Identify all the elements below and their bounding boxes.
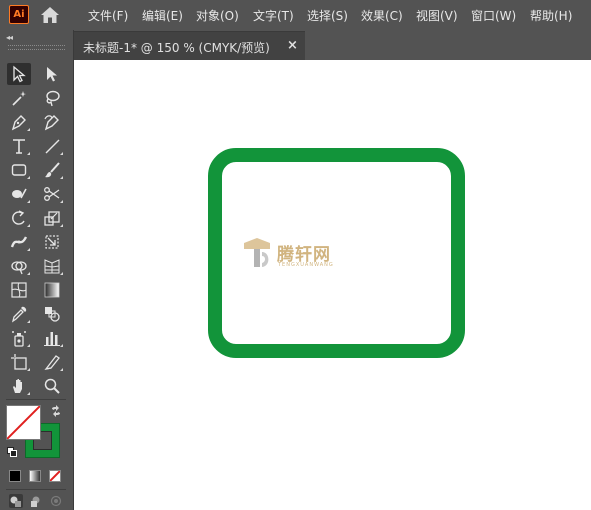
document-tab-bar: 未标题-1* @ 150 % (CMYK/预览) × (74, 30, 591, 60)
scale-tool-icon[interactable] (40, 207, 64, 229)
eyedropper-tool-icon[interactable] (7, 303, 31, 325)
collapse-panel-icon[interactable]: ◂◂ (6, 33, 13, 42)
tools-separator (6, 399, 66, 400)
pen-tool-icon[interactable] (7, 111, 31, 133)
menu-window[interactable]: 窗口(W) (471, 7, 516, 24)
none-mode-slash-icon (50, 471, 60, 481)
slice-tool-icon[interactable] (40, 351, 64, 373)
watermark-subtext: TENGXUANWANG (278, 262, 334, 268)
gradient-mode-button[interactable] (29, 470, 41, 482)
draw-normal-icon[interactable] (9, 494, 23, 508)
default-fill-stroke-icon[interactable] (7, 447, 17, 457)
menu-effect[interactable]: 效果(C) (361, 7, 403, 24)
artboard-tool-icon[interactable] (7, 351, 31, 373)
mesh-tool-icon[interactable] (7, 279, 31, 301)
app-logo: Ai (9, 5, 29, 24)
menu-bar: Ai 文件(F) 编辑(E) 对象(O) 文字(T) 选择(S) 效果(C) 视… (0, 0, 591, 30)
shape-builder-tool-icon[interactable] (7, 255, 31, 277)
draw-inside-icon[interactable] (49, 494, 63, 508)
tools-separator-2 (6, 489, 66, 490)
document-tab-label: 未标题-1* @ 150 % (CMYK/预览) (83, 41, 270, 55)
free-transform-tool-icon[interactable] (40, 231, 64, 253)
watermark-logo-icon (244, 238, 270, 267)
panel-grip[interactable] (8, 45, 65, 50)
direct-selection-tool-icon[interactable] (40, 63, 64, 85)
blend-tool-icon[interactable] (40, 303, 64, 325)
menu-select[interactable]: 选择(S) (307, 7, 348, 24)
close-icon[interactable]: × (287, 38, 298, 53)
artboard-canvas[interactable]: 腾轩网 TENGXUANWANG (74, 60, 591, 510)
menu-help[interactable]: 帮助(H) (530, 7, 572, 24)
swap-fill-stroke-icon[interactable] (50, 405, 62, 417)
color-mode-button[interactable] (9, 470, 21, 482)
watermark: 腾轩网 TENGXUANWANG (240, 236, 350, 272)
magic-wand-tool-icon[interactable] (7, 87, 31, 109)
menu-type[interactable]: 文字(T) (253, 7, 294, 24)
rotate-tool-icon[interactable] (7, 207, 31, 229)
menu-edit[interactable]: 编辑(E) (142, 7, 183, 24)
paintbrush-tool-icon[interactable] (40, 159, 64, 181)
curvature-tool-icon[interactable] (40, 111, 64, 133)
column-graph-tool-icon[interactable] (40, 327, 64, 349)
home-icon[interactable] (40, 6, 60, 24)
rectangle-tool-icon[interactable] (7, 159, 31, 181)
gradient-tool-icon[interactable] (40, 279, 64, 301)
none-mode-button[interactable] (49, 470, 61, 482)
tools-panel: ◂◂ (0, 30, 74, 510)
perspective-grid-tool-icon[interactable] (40, 255, 64, 277)
fill-color-swatch[interactable] (6, 405, 41, 440)
symbol-sprayer-tool-icon[interactable] (7, 327, 31, 349)
draw-behind-icon[interactable] (29, 494, 43, 508)
width-tool-icon[interactable] (7, 231, 31, 253)
line-segment-tool-icon[interactable] (40, 135, 64, 157)
selection-tool-icon[interactable] (7, 63, 31, 85)
menu-view[interactable]: 视图(V) (416, 7, 458, 24)
scissors-tool-icon[interactable] (40, 183, 64, 205)
document-tab[interactable]: 未标题-1* @ 150 % (CMYK/预览) × (74, 31, 305, 60)
shaper-tool-icon[interactable] (7, 183, 31, 205)
menu-object[interactable]: 对象(O) (196, 7, 239, 24)
menu-file[interactable]: 文件(F) (88, 7, 128, 24)
zoom-tool-icon[interactable] (40, 375, 64, 397)
none-color-slash-icon (7, 406, 40, 439)
hand-tool-icon[interactable] (7, 375, 31, 397)
type-tool-icon[interactable] (7, 135, 31, 157)
lasso-tool-icon[interactable] (40, 87, 64, 109)
